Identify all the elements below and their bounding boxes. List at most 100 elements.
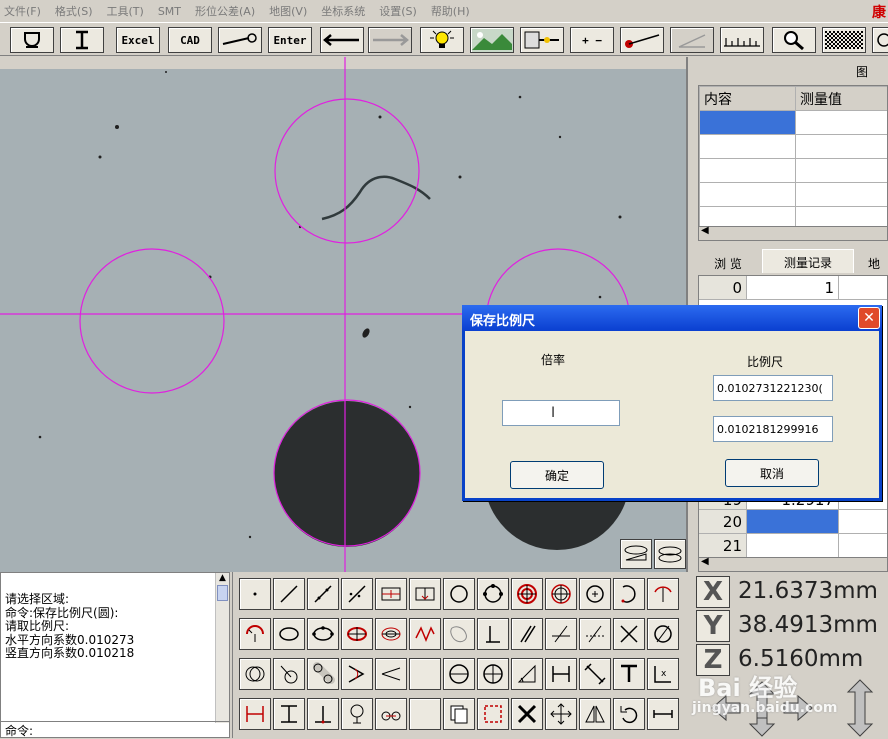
tool-mirror[interactable] [579,698,611,730]
tool-angle[interactable] [341,658,373,690]
cad-button[interactable]: CAD [168,27,212,53]
tool-circle-points[interactable] [477,578,509,610]
records-hscrollbar[interactable]: ◀ [699,557,888,571]
tool-distance[interactable] [545,658,577,690]
log-vscrollbar[interactable]: ▲ [215,573,229,723]
magnifier-button[interactable] [772,27,816,53]
light-button[interactable] [420,27,464,53]
edge-button[interactable] [520,27,564,53]
menu-settings[interactable]: 设置(S) [379,3,417,19]
scale-vertical-field[interactable]: 0.0102181299916 [713,416,833,442]
tool-intersect[interactable] [613,618,645,650]
grid-cell[interactable] [796,183,888,207]
pattern-button[interactable] [822,27,866,53]
menu-tolerance[interactable]: 形位公差(A) [195,3,255,19]
tool-circle-chord[interactable] [443,658,475,690]
tool-curve[interactable] [409,618,441,650]
menu-help[interactable]: 帮助(H) [431,3,470,19]
tool-triangle[interactable] [511,658,543,690]
grid-cell[interactable] [700,159,796,183]
jog-z-icon[interactable] [848,680,872,736]
tool-rect-down[interactable] [375,578,407,610]
record-row[interactable]: 0 1 [699,276,888,300]
record-row[interactable]: 21 [699,534,888,558]
magnification-input[interactable] [502,400,620,426]
tool-height[interactable] [273,698,305,730]
tool-span[interactable] [647,698,679,730]
tool-move[interactable] [545,698,577,730]
command-input[interactable]: 命令: [1,721,229,737]
tool-ellipse-rings[interactable] [375,618,407,650]
lamp-down-button[interactable] [10,27,54,53]
tool-undo[interactable] [613,698,645,730]
tool-line[interactable] [273,578,305,610]
command-log[interactable]: 请选择区域: 命令:保存比例尺(圆): 请取比例尺: 水平方向系数0.01027… [0,572,230,738]
tool-text[interactable] [613,658,645,690]
grid-cell[interactable] [796,135,888,159]
tool-select-rect[interactable] [477,698,509,730]
tool-dashed-line[interactable] [579,618,611,650]
tool-line-points[interactable] [307,578,339,610]
point-line-button[interactable] [620,27,664,53]
dialog-titlebar[interactable]: 保存比例尺 ✕ [462,305,882,331]
tool-circle[interactable] [443,578,475,610]
arrow-left-button[interactable] [320,27,364,53]
menu-file[interactable]: 文件(F) [4,3,41,19]
plus-minus-button[interactable]: + − [570,27,614,53]
menu-map[interactable]: 地图(V) [269,3,307,19]
image-button[interactable] [470,27,514,53]
record-row[interactable]: 20 [699,510,888,534]
view-mode-button[interactable] [620,539,652,569]
ok-button[interactable]: 确定 [510,461,604,489]
scroll-left-icon[interactable]: ◀ [701,556,709,567]
tool-circle-center[interactable] [579,578,611,610]
menu-smt[interactable]: SMT [158,5,181,18]
angle-button[interactable] [670,27,714,53]
tool-arc[interactable] [613,578,645,610]
tool-circle-diameter[interactable] [477,658,509,690]
menu-format[interactable]: 格式(S) [55,3,93,19]
dialog-close-button[interactable]: ✕ [858,307,880,329]
tool-two-circle-distance[interactable] [375,698,407,730]
scroll-up-icon[interactable]: ▲ [216,573,229,583]
tool-slot[interactable] [307,658,339,690]
tool-ellipse-target[interactable] [341,618,373,650]
tool-blank[interactable] [409,658,441,690]
tool-rect-edge[interactable] [409,578,441,610]
grid-cell[interactable] [700,183,796,207]
tool-radius[interactable] [341,698,373,730]
tool-point-circle[interactable] [273,658,305,690]
jog-down-icon[interactable] [750,718,774,736]
tool-ellipse-points[interactable] [307,618,339,650]
tool-circle-rings[interactable] [545,578,577,610]
scale-horizontal-field[interactable]: 0.0102731221230( [713,375,833,401]
scroll-left-icon[interactable]: ◀ [701,225,709,236]
menu-coordinate[interactable]: 坐标系统 [321,3,365,19]
excel-button[interactable]: Excel [116,27,160,53]
tool-point[interactable] [239,578,271,610]
tool-angle-lines[interactable] [375,658,407,690]
tool-depth[interactable] [307,698,339,730]
scroll-thumb[interactable] [217,585,228,601]
tool-circle-line[interactable] [647,618,679,650]
y-axis-button[interactable]: Y [696,610,730,642]
arrow-right-button[interactable] [368,27,412,53]
enter-button[interactable]: Enter [268,27,312,53]
grid-cell[interactable] [796,159,888,183]
cancel-button[interactable]: 取消 [725,459,819,487]
tool-arc-scan[interactable] [239,618,271,650]
tab-browse[interactable]: 浏 览 [698,251,758,273]
tool-bisector[interactable] [545,618,577,650]
ruler-button[interactable] [720,27,764,53]
tab-map[interactable]: 地 [860,251,888,273]
x-axis-button[interactable]: X [696,576,730,608]
grid-cell-selected[interactable] [700,111,796,135]
grid-cell[interactable] [796,111,888,135]
tab-measure-records[interactable]: 测量记录 [762,249,854,273]
tool-freeform[interactable] [443,618,475,650]
tool-perpendicular[interactable] [477,618,509,650]
menu-tools[interactable]: 工具(T) [107,3,144,19]
grid-cell[interactable] [700,135,796,159]
ibeam-button[interactable] [60,27,104,53]
tool-delete[interactable] [511,698,543,730]
